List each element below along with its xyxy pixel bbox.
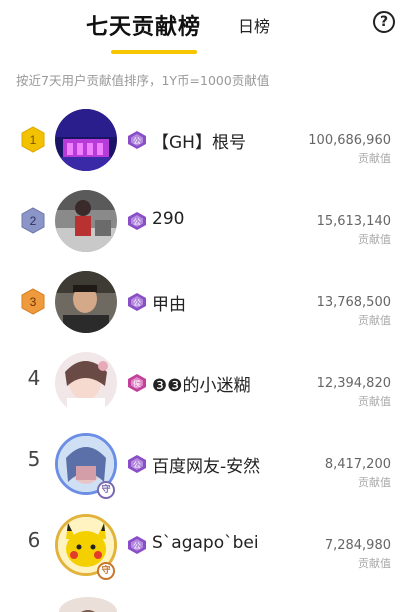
contribution-score: 7,284,980 [324,538,391,553]
guardian-badge-icon: 守 [97,481,115,499]
contribution-score: 13,768,500 [316,295,391,310]
tab-bar: 七天贡献榜 日榜 ? [0,0,401,60]
avatar[interactable] [59,597,117,612]
user-name: 甲由 [152,295,186,315]
contribution-label: 贡献值 [358,233,391,246]
contribution-label: 贡献值 [358,395,391,408]
ranking-description: 按近7天用户贡献值排序，1Y币=1000贡献值 [16,73,270,88]
user-name: ❸❸的小迷糊 [152,376,251,396]
rank-number: 3 [30,295,37,309]
level-icon: 公 [127,292,147,312]
list-item[interactable]: 1 公 【GH】根号 100,686,960 贡献值 [0,100,401,181]
level-icon: 侯 [127,373,147,393]
svg-text:公: 公 [133,218,141,227]
contribution-score: 100,686,960 [308,133,391,148]
level-icon: 公 [127,130,147,150]
avatar[interactable] [55,271,117,333]
svg-text:公: 公 [133,299,141,308]
level-icon: 公 [127,535,147,555]
svg-text:侯: 侯 [133,380,141,389]
svg-text:公: 公 [133,542,141,551]
tab-daily[interactable]: 日榜 [238,13,270,37]
svg-text:公: 公 [133,137,141,146]
user-name: 百度网友-安然 [152,457,261,477]
user-name: 【GH】根号 [152,133,246,153]
guardian-badge-icon: 守 [97,562,115,580]
avatar[interactable] [55,109,117,171]
user-name: 290 [152,209,185,229]
contribution-label: 贡献值 [358,476,391,489]
list-item[interactable]: 6 守 公 S`agapo`bei 7,284,980 贡献值 [0,505,401,586]
rank-number: 5 [27,447,41,471]
svg-text:公: 公 [133,461,141,470]
rank-number: 2 [30,214,37,228]
level-icon: 公 [127,211,147,231]
rank-number: 6 [27,528,41,552]
contribution-label: 贡献值 [358,557,391,570]
rank-number: 4 [27,366,41,390]
help-icon[interactable]: ? [373,11,395,33]
active-tab-indicator [111,50,197,54]
contribution-score: 12,394,820 [316,376,391,391]
list-item[interactable]: 5 守 公 百度网友-安然 8,417,200 贡献值 [0,424,401,505]
avatar[interactable] [55,352,117,414]
list-item[interactable]: 4 侯 ❸❸的小迷糊 12,394,820 贡献值 [0,343,401,424]
rank-badge-bronze: 3 [21,288,45,315]
rank-number: 1 [30,133,37,147]
contribution-score: 8,417,200 [324,457,391,472]
contribution-label: 贡献值 [358,314,391,327]
user-name: S`agapo`bei [152,533,259,553]
tab-weekly[interactable]: 七天贡献榜 [86,9,201,41]
avatar[interactable] [55,190,117,252]
rank-badge-silver: 2 [21,207,45,234]
contribution-label: 贡献值 [358,152,391,165]
list-item[interactable]: 2 公 290 15,613,140 贡献值 [0,181,401,262]
list-item[interactable]: 3 公 甲由 13,768,500 贡献值 [0,262,401,343]
contribution-score: 15,613,140 [316,214,391,229]
level-icon: 公 [127,454,147,474]
rank-badge-gold: 1 [21,126,45,153]
